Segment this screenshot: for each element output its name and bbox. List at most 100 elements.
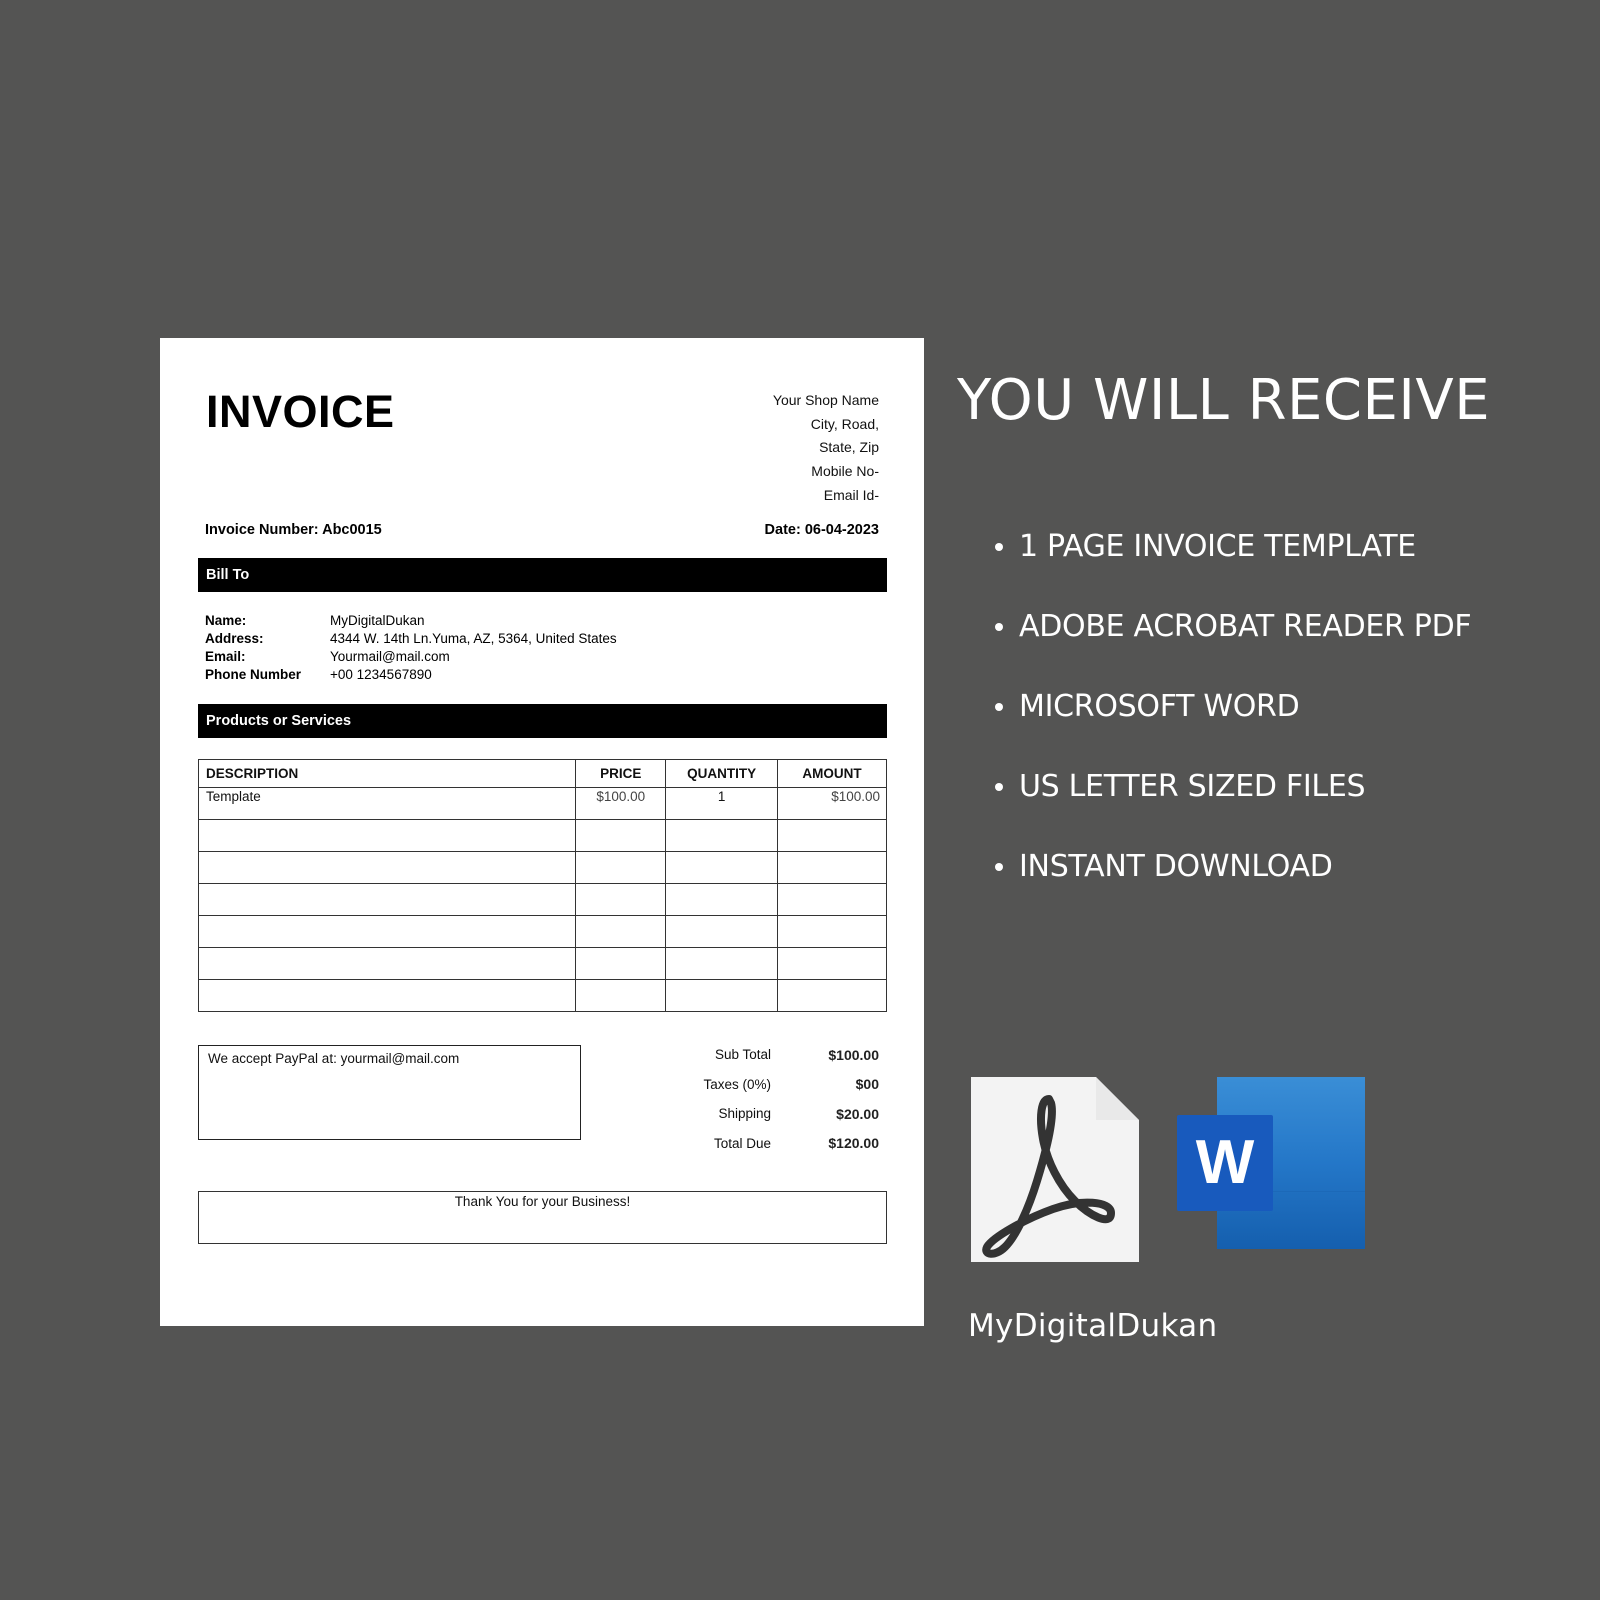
cell-amount — [777, 851, 887, 884]
totals-label: Taxes (0%) — [703, 1076, 771, 1092]
bullet-icon — [995, 543, 1003, 551]
column-header-description: DESCRIPTION — [197, 759, 577, 788]
cell-price — [575, 947, 667, 980]
totals-value: $20.00 — [836, 1105, 879, 1122]
invoice-number: Invoice Number: Abc0015 — [205, 522, 382, 538]
invoice-title: INVOICE — [206, 386, 395, 437]
bill-to-row: Name: MyDigitalDukan — [205, 612, 617, 630]
adobe-acrobat-pdf-icon — [971, 1077, 1139, 1262]
cell-price — [575, 851, 667, 884]
cell-description — [197, 851, 577, 884]
bullet-icon — [995, 783, 1003, 791]
shop-mobile: Mobile No- — [811, 463, 879, 480]
column-header-price: PRICE — [575, 759, 667, 788]
shop-email: Email Id- — [823, 486, 879, 503]
bill-to-label: Address: — [205, 631, 264, 646]
bill-to-row: Email: Yourmail@mail.com — [205, 648, 617, 666]
column-header-amount: AMOUNT — [777, 759, 887, 788]
cell-description — [197, 979, 577, 1012]
items-body: Template $100.00 1 $100.00 — [197, 787, 887, 1012]
totals-label: Sub Total — [714, 1047, 771, 1063]
promo-headline: YOU WILL RECEIVE — [957, 368, 1491, 433]
feature-text: US LETTER SIZED FILES — [1019, 769, 1366, 804]
feature-item: INSTANT DOWNLOAD — [995, 827, 1471, 907]
table-row: Template $100.00 1 $100.00 — [197, 787, 887, 820]
feature-item: US LETTER SIZED FILES — [995, 747, 1471, 827]
cell-quantity — [665, 979, 779, 1012]
bill-to-value: 4344 W. 14th Ln.Yuma, AZ, 5364, United S… — [330, 631, 617, 646]
cell-amount — [777, 915, 887, 948]
brand-name: MyDigitalDukan — [968, 1308, 1218, 1344]
cell-amount — [777, 979, 887, 1012]
cell-price — [575, 819, 667, 852]
cell-quantity — [665, 851, 779, 884]
table-row — [197, 915, 887, 948]
bill-to-value: +00 1234567890 — [330, 667, 432, 682]
cell-amount: $100.00 — [777, 787, 887, 820]
bullet-icon — [995, 863, 1003, 871]
bullet-icon — [995, 703, 1003, 711]
feature-item: ADOBE ACROBAT READER PDF — [995, 587, 1472, 667]
cell-price — [575, 979, 667, 1012]
shop-name: Your Shop Name — [772, 392, 879, 408]
feature-item: MICROSOFT WORD — [995, 667, 1471, 747]
totals-value: $100.00 — [828, 1046, 879, 1063]
table-row — [197, 883, 887, 916]
table-row — [197, 947, 887, 980]
bill-to-label: Email: — [205, 649, 246, 664]
products-header: Products or Services — [198, 704, 887, 738]
totals-row: Shipping $20.00 — [611, 1099, 879, 1129]
bullet-icon — [995, 623, 1003, 631]
table-row — [197, 979, 887, 1012]
bill-to-row: Phone Number +00 1234567890 — [205, 666, 617, 684]
cell-amount — [777, 947, 887, 980]
feature-list: 1 PAGE INVOICE TEMPLATE ADOBE ACROBAT RE… — [995, 525, 1472, 907]
totals-block: Sub Total $100.00 Taxes (0%) $00 Shippin… — [611, 1040, 879, 1158]
bill-to-label: Name: — [205, 613, 247, 628]
totals-row: Sub Total $100.00 — [611, 1040, 879, 1070]
cell-quantity — [665, 883, 779, 916]
bill-to-row: Address: 4344 W. 14th Ln.Yuma, AZ, 5364,… — [205, 630, 617, 648]
feature-text: INSTANT DOWNLOAD — [1019, 849, 1333, 884]
totals-label: Shipping — [718, 1106, 771, 1122]
table-row — [197, 851, 887, 884]
cell-description: Template — [197, 787, 577, 820]
thank-you-note: Thank You for your Business! — [198, 1191, 887, 1244]
shop-info: Your Shop Name City, Road, State, Zip Mo… — [773, 389, 879, 508]
cell-quantity: 1 — [665, 787, 779, 820]
cell-quantity — [665, 915, 779, 948]
cell-quantity — [665, 947, 779, 980]
table-row — [197, 819, 887, 852]
feature-text: MICROSOFT WORD — [1019, 689, 1300, 724]
cell-price — [575, 915, 667, 948]
paypal-note: We accept PayPal at: yourmail@mail.com — [198, 1045, 581, 1140]
bill-to-label: Phone Number — [205, 667, 302, 682]
cell-amount — [777, 883, 887, 916]
microsoft-word-icon: W — [1177, 1077, 1365, 1249]
totals-row: Total Due $120.00 — [611, 1129, 879, 1159]
cell-quantity — [665, 819, 779, 852]
totals-value: $120.00 — [828, 1135, 879, 1152]
shop-state: State, Zip — [819, 439, 879, 456]
items-table: DESCRIPTION PRICE QUANTITY AMOUNT Templa… — [197, 759, 887, 1012]
shop-city: City, Road, — [810, 415, 879, 432]
feature-text: 1 PAGE INVOICE TEMPLATE — [1019, 529, 1416, 564]
table-header-row: DESCRIPTION PRICE QUANTITY AMOUNT — [197, 759, 887, 788]
cell-price: $100.00 — [575, 787, 667, 820]
invoice-preview: INVOICE Your Shop Name City, Road, State… — [160, 338, 924, 1326]
feature-item: 1 PAGE INVOICE TEMPLATE — [995, 507, 1471, 587]
invoice-date: Date: 06-04-2023 — [764, 522, 879, 538]
bill-to-details: Name: MyDigitalDukan Address: 4344 W. 14… — [205, 612, 617, 684]
bill-to-header: Bill To — [198, 558, 887, 592]
cell-description — [197, 819, 577, 852]
bill-to-value: MyDigitalDukan — [330, 613, 425, 628]
totals-label: Total Due — [713, 1135, 771, 1151]
cell-amount — [777, 819, 887, 852]
bill-to-value: Yourmail@mail.com — [330, 649, 450, 664]
feature-text: ADOBE ACROBAT READER PDF — [1019, 609, 1472, 644]
cell-price — [575, 883, 667, 916]
word-letter: W — [1196, 1128, 1255, 1197]
cell-description — [197, 947, 577, 980]
totals-value: $00 — [855, 1076, 879, 1093]
cell-description — [197, 915, 577, 948]
